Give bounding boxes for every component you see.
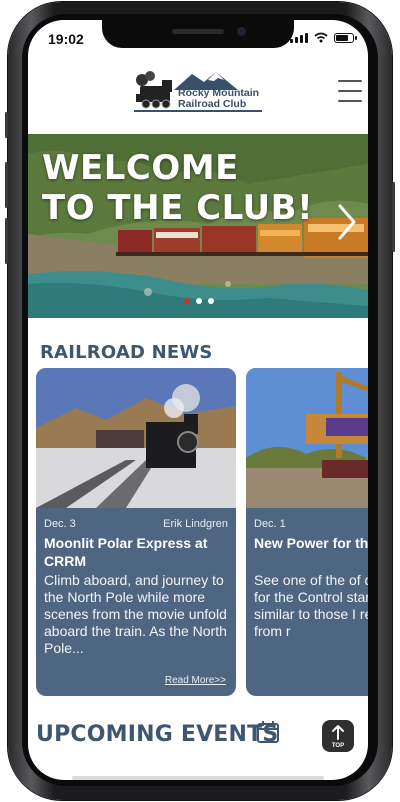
carousel-dot-2[interactable]: [196, 298, 202, 304]
logo-text: Rocky Mountain Railroad Club: [178, 88, 259, 110]
news-card-image: [246, 368, 368, 508]
hero-title-line2: TO THE CLUB!: [42, 188, 314, 228]
hero-title: WELCOME TO THE CLUB!: [42, 148, 313, 228]
news-card-title[interactable]: New Power for the Durango & Silver: [254, 534, 368, 552]
news-card-meta: Dec. 1: [254, 518, 368, 530]
news-card-meta: Dec. 3 Erik Lindgren: [44, 518, 228, 530]
side-button-volume-down: [5, 218, 8, 264]
logo-line2: Railroad Club: [178, 98, 247, 110]
news-heading: RAILROAD NEWS: [40, 342, 213, 363]
hamburger-icon-bar: [338, 100, 362, 102]
status-icons: [290, 32, 357, 43]
hamburger-menu-button[interactable]: [338, 80, 362, 102]
scroll-to-top-label: TOP: [331, 743, 345, 749]
side-button-volume-up: [5, 162, 8, 208]
scroll-to-top-button[interactable]: TOP: [322, 720, 354, 752]
chevron-right-icon[interactable]: [336, 202, 358, 242]
calendar-icon[interactable]: [256, 720, 280, 744]
carousel-dot-1[interactable]: [184, 298, 190, 304]
club-logo[interactable]: Rocky Mountain Railroad Club: [134, 68, 262, 116]
bottom-section-edge: [72, 776, 324, 780]
carousel-dots: [184, 298, 214, 304]
battery-icon: [334, 32, 357, 43]
screen: 19:02 Rocky Mountain Railroad Club WELCO…: [28, 20, 368, 780]
hamburger-icon-bar: [338, 90, 362, 92]
news-card[interactable]: Dec. 3 Erik Lindgren Moonlit Polar Expre…: [36, 368, 236, 696]
news-card[interactable]: Dec. 1 New Power for the Durango & Silve…: [246, 368, 368, 696]
news-card-list[interactable]: Dec. 3 Erik Lindgren Moonlit Polar Expre…: [36, 368, 368, 698]
news-card-author: Erik Lindgren: [163, 518, 228, 530]
wifi-icon: [314, 32, 328, 43]
arrow-up-icon: [332, 725, 344, 740]
side-button-power: [392, 182, 395, 252]
news-card-date: Dec. 1: [254, 518, 286, 530]
site-header: Rocky Mountain Railroad Club: [28, 64, 368, 134]
news-card-excerpt: Climb aboard, and journey to the North P…: [44, 572, 227, 656]
news-card-excerpt: See one of the of diesels for for the Co…: [254, 572, 368, 639]
news-card-title[interactable]: Moonlit Polar Express at CRRM: [44, 534, 228, 570]
hero-title-line1: WELCOME: [42, 148, 239, 188]
notch: [102, 20, 294, 48]
hamburger-icon-bar: [338, 80, 362, 82]
events-heading: UPCOMING EVENTS: [36, 722, 279, 747]
carousel-dot-3[interactable]: [208, 298, 214, 304]
status-time: 19:02: [48, 31, 84, 47]
hero-carousel[interactable]: WELCOME TO THE CLUB!: [28, 134, 368, 318]
side-button-silent: [5, 112, 8, 138]
read-more-link[interactable]: Read More>>: [165, 675, 226, 686]
news-card-image: [36, 368, 236, 508]
news-card-date: Dec. 3: [44, 518, 76, 530]
front-camera: [237, 27, 246, 36]
speaker: [172, 29, 224, 34]
